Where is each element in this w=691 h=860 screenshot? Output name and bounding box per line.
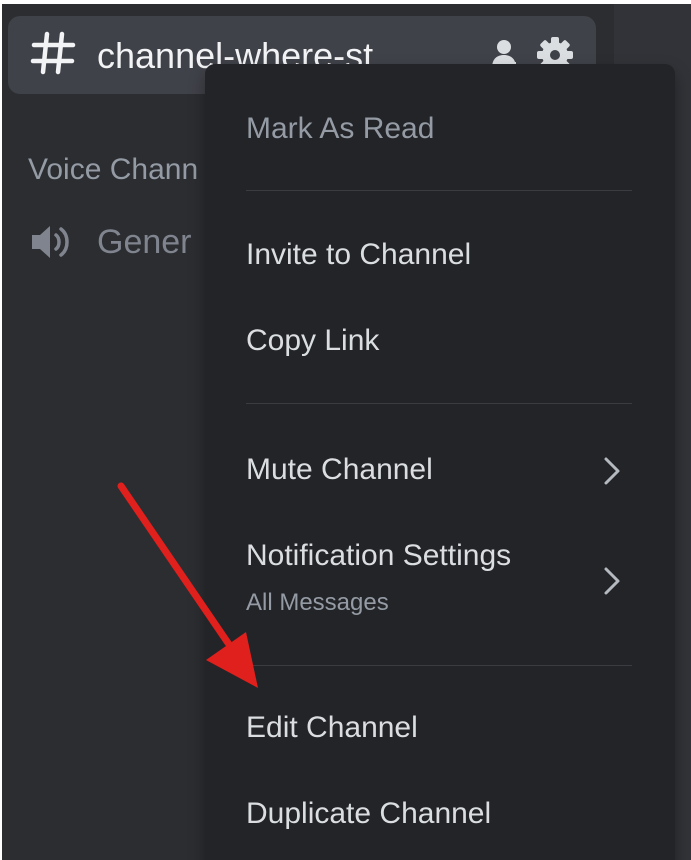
voice-category-label[interactable]: Voice Chann xyxy=(28,150,198,190)
speaker-icon xyxy=(32,226,69,258)
channel-context-menu: Mark As Read Invite to Channel Copy Link… xyxy=(205,64,675,860)
menu-item-label: Invite to Channel xyxy=(246,238,472,271)
screenshot-frame: channel-where-st Voice Chann Gener Mark … xyxy=(0,0,691,860)
menu-item-mark-as-read[interactable]: Mark As Read xyxy=(205,104,675,154)
notification-settings-value: All Messages xyxy=(246,589,389,616)
menu-item-label: Notification Settings xyxy=(246,539,512,572)
hash-icon xyxy=(30,31,76,75)
menu-separator xyxy=(246,665,632,666)
menu-item-label: Mute Channel xyxy=(246,453,433,486)
voice-channel-name[interactable]: Gener xyxy=(97,220,192,264)
menu-item-copy-link[interactable]: Copy Link xyxy=(205,316,675,366)
menu-item-mute-channel[interactable]: Mute Channel xyxy=(205,444,675,494)
menu-separator xyxy=(246,190,632,191)
menu-item-label: Edit Channel xyxy=(246,711,418,744)
menu-item-label: Copy Link xyxy=(246,324,380,357)
menu-item-label: Duplicate Channel xyxy=(246,797,492,830)
chevron-right-icon xyxy=(604,457,620,485)
menu-item-edit-channel[interactable]: Edit Channel xyxy=(205,702,675,752)
menu-item-notification-settings[interactable]: Notification Settings All Messages xyxy=(205,530,675,622)
menu-item-label: Mark As Read xyxy=(246,112,435,145)
menu-separator xyxy=(246,403,632,404)
menu-item-duplicate-channel[interactable]: Duplicate Channel xyxy=(205,788,675,838)
menu-item-invite-to-channel[interactable]: Invite to Channel xyxy=(205,229,675,279)
chevron-right-icon xyxy=(604,567,620,595)
